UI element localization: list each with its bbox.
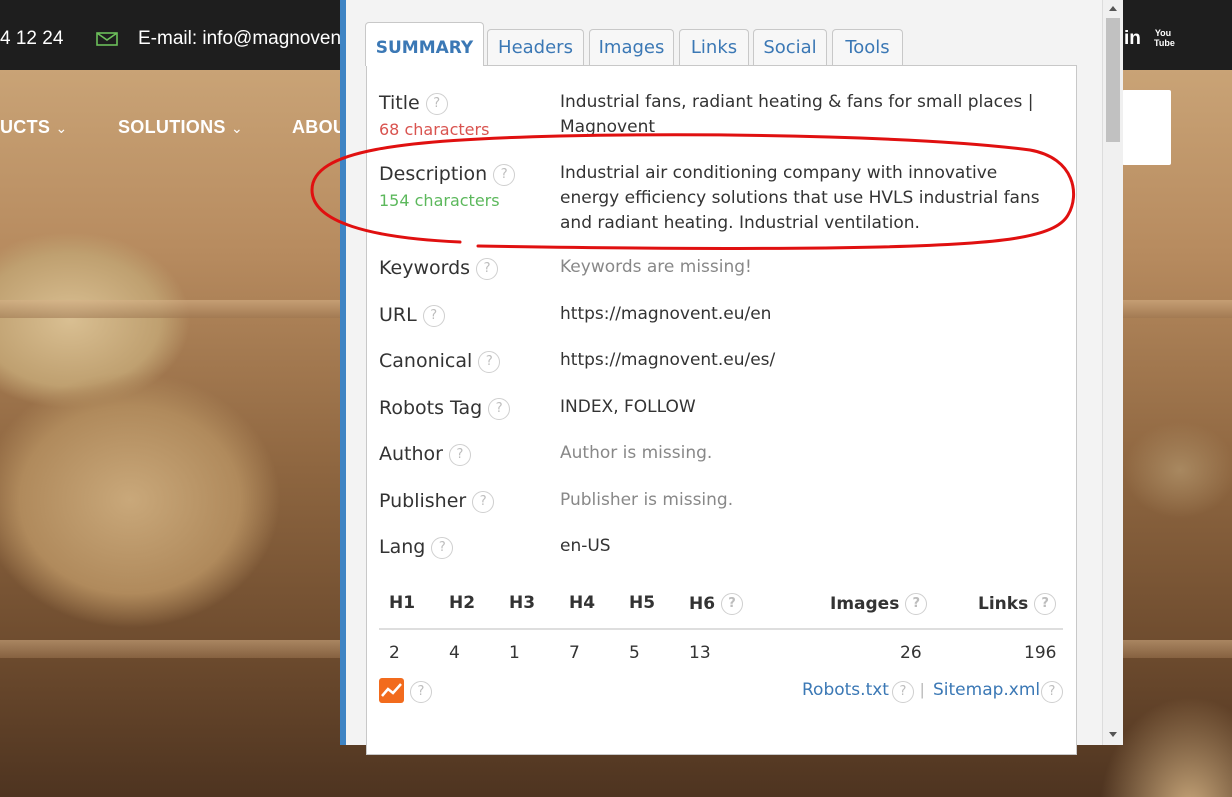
- h3-header: H3: [509, 593, 536, 613]
- help-icon[interactable]: ?: [1041, 681, 1063, 703]
- publisher-value: Publisher is missing.: [560, 490, 734, 510]
- tab-summary[interactable]: SUMMARY: [365, 22, 484, 66]
- h5-count: 5: [629, 643, 640, 663]
- lang-value: en-US: [560, 536, 611, 556]
- help-icon[interactable]: ?: [488, 397, 511, 420]
- tab-social[interactable]: Social: [753, 29, 827, 65]
- scroll-thumb[interactable]: [1106, 18, 1120, 142]
- h6-header: H6?: [689, 593, 744, 615]
- help-icon[interactable]: ?: [431, 536, 454, 559]
- h1-count: 2: [389, 643, 400, 663]
- nav-products[interactable]: UCTS ⌄: [0, 117, 68, 138]
- description-length: 154 characters: [379, 191, 500, 210]
- chevron-down-icon: ⌄: [231, 120, 244, 136]
- author-label: Author?: [379, 443, 471, 466]
- nav-label: SOLUTIONS: [118, 117, 226, 137]
- h4-count: 7: [569, 643, 580, 663]
- canonical-label: Canonical?: [379, 350, 501, 373]
- help-icon[interactable]: ?: [422, 304, 445, 327]
- table-divider: [379, 628, 1063, 630]
- keywords-value: Keywords are missing!: [560, 257, 752, 277]
- author-value: Author is missing.: [560, 443, 713, 463]
- site-email[interactable]: E-mail: info@magnovent: [138, 28, 346, 50]
- description-label: Description?: [379, 163, 516, 186]
- help-icon[interactable]: ?: [410, 681, 432, 703]
- url-label: URL?: [379, 304, 445, 327]
- robots-value: INDEX, FOLLOW: [560, 397, 696, 417]
- h6-count: 13: [689, 643, 711, 663]
- scroll-up-icon[interactable]: [1109, 6, 1117, 11]
- help-icon[interactable]: ?: [721, 593, 744, 615]
- canonical-value: https://magnovent.eu/es/: [560, 350, 776, 370]
- nav-label: UCTS: [0, 117, 51, 137]
- title-label: Title?: [379, 92, 448, 115]
- mail-icon: [96, 32, 118, 46]
- help-icon[interactable]: ?: [493, 163, 516, 186]
- nav-label: ABOU: [292, 117, 347, 137]
- youtube-icon[interactable]: You Tube: [1154, 28, 1175, 52]
- help-icon[interactable]: ?: [448, 443, 471, 466]
- popup-scrollbar[interactable]: [1102, 0, 1123, 745]
- links-header: Links?: [978, 593, 1057, 615]
- keywords-label: Keywords?: [379, 257, 499, 280]
- help-icon[interactable]: ?: [472, 490, 495, 513]
- nav-about[interactable]: ABOU: [292, 117, 346, 138]
- linkedin-icon[interactable]: in: [1124, 28, 1141, 50]
- h4-header: H4: [569, 593, 596, 613]
- url-value: https://magnovent.eu/en: [560, 304, 772, 324]
- robots-txt-link[interactable]: Robots.txt: [802, 680, 889, 700]
- help-icon[interactable]: ?: [1034, 593, 1057, 615]
- help-icon[interactable]: ?: [905, 593, 928, 615]
- h2-count: 4: [449, 643, 460, 663]
- scroll-down-icon[interactable]: [1109, 732, 1117, 737]
- links-count: 196: [1024, 643, 1057, 663]
- publisher-label: Publisher?: [379, 490, 495, 513]
- lang-label: Lang?: [379, 536, 454, 559]
- sitemap-link[interactable]: Sitemap.xml: [933, 680, 1040, 700]
- h2-header: H2: [449, 593, 476, 613]
- help-icon[interactable]: ?: [478, 350, 501, 373]
- tab-headers[interactable]: Headers: [487, 29, 584, 65]
- tab-images[interactable]: Images: [589, 29, 674, 65]
- site-phone: 4 12 24: [0, 28, 64, 49]
- h3-count: 1: [509, 643, 520, 663]
- title-value: Industrial fans, radiant heating & fans …: [560, 92, 1034, 137]
- analytics-chart-icon[interactable]: [379, 678, 404, 703]
- help-icon[interactable]: ?: [892, 681, 914, 703]
- robots-label: Robots Tag?: [379, 397, 511, 420]
- images-count: 26: [900, 643, 922, 663]
- title-length: 68 characters: [379, 120, 490, 139]
- tab-tools[interactable]: Tools: [832, 29, 903, 65]
- h1-header: H1: [389, 593, 416, 613]
- description-value: Industrial air conditioning company with…: [560, 163, 1040, 233]
- link-separator: |: [920, 680, 925, 699]
- chevron-down-icon: ⌄: [55, 120, 68, 136]
- images-header: Images?: [830, 593, 928, 615]
- tab-links[interactable]: Links: [679, 29, 749, 65]
- nav-solutions[interactable]: SOLUTIONS ⌄: [118, 117, 243, 138]
- chart-line-icon: [381, 683, 402, 697]
- help-icon[interactable]: ?: [425, 92, 448, 115]
- h5-header: H5: [629, 593, 656, 613]
- help-icon[interactable]: ?: [476, 257, 499, 280]
- site-search-box[interactable]: [1122, 90, 1171, 165]
